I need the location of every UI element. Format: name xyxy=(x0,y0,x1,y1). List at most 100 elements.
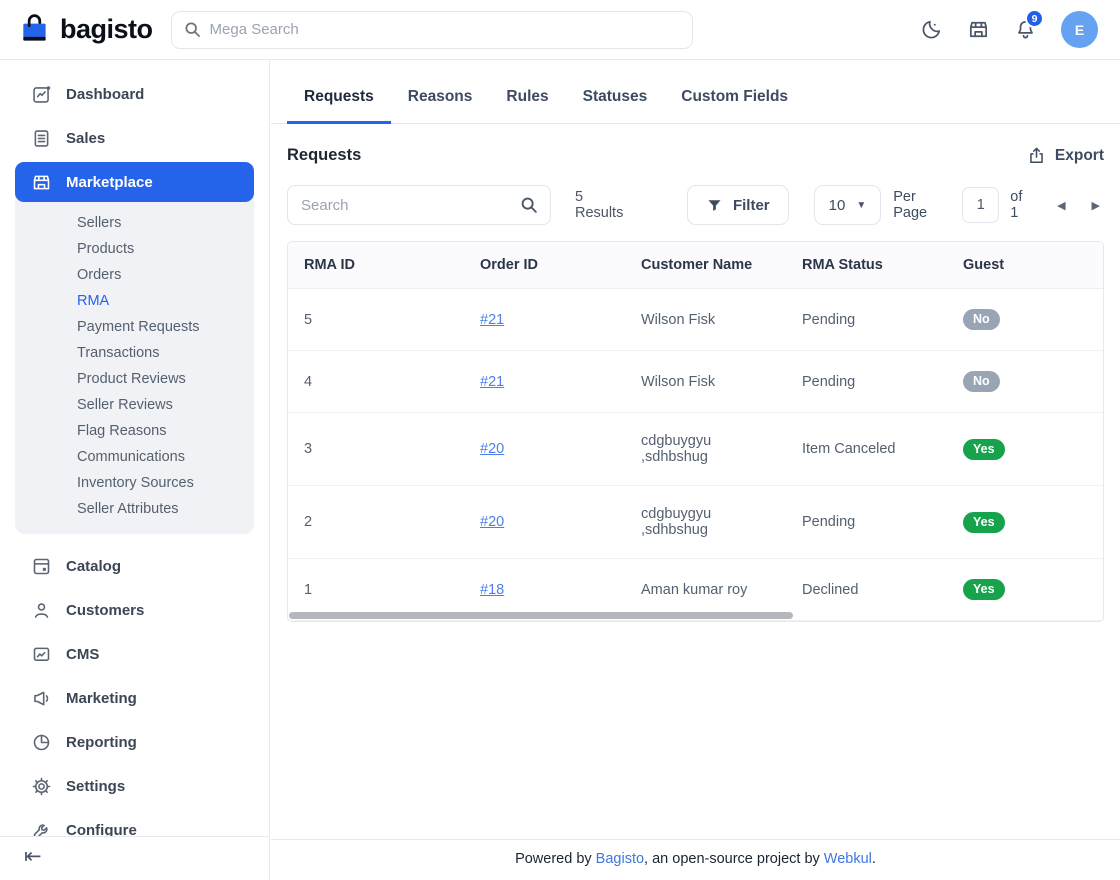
sidebar-item-rma[interactable]: RMA xyxy=(77,288,254,314)
bagisto-footer-link[interactable]: Bagisto xyxy=(596,851,644,867)
rma-status-cell: Declined xyxy=(786,559,947,620)
per-page-value: 10 xyxy=(829,197,846,214)
rma-id-cell: 5 xyxy=(288,289,464,350)
sidebar-item-payment-requests[interactable]: Payment Requests xyxy=(77,314,254,340)
sidebar-item-marketplace[interactable]: Marketplace xyxy=(15,162,254,202)
sidebar-item-products[interactable]: Products xyxy=(77,236,254,262)
sidebar-item-sellers[interactable]: Sellers xyxy=(77,210,254,236)
collapse-sidebar-icon[interactable]: ⇤ xyxy=(24,845,42,868)
sidebar-footer: ⇤ xyxy=(0,836,269,880)
rma-status-cell: Pending xyxy=(786,486,947,558)
notification-count-badge: 9 xyxy=(1025,9,1044,28)
sidebar-item-cms[interactable]: CMS xyxy=(15,634,254,674)
page-of-label: of 1 xyxy=(1010,189,1033,221)
sidebar-item-communications[interactable]: Communications xyxy=(77,444,254,470)
sidebar-item-product-reviews[interactable]: Product Reviews xyxy=(77,366,254,392)
storefront-icon[interactable] xyxy=(967,18,990,41)
sidebar-item-seller-attributes[interactable]: Seller Attributes xyxy=(77,496,254,522)
column-header-guest: Guest xyxy=(947,242,1103,288)
sidebar-item-customers[interactable]: Customers xyxy=(15,590,254,630)
main-content: Requests Reasons Rules Statuses Custom F… xyxy=(271,60,1120,880)
page-header: Requests Export xyxy=(271,124,1120,181)
order-id-link[interactable]: #21 xyxy=(480,312,504,328)
tab-custom-fields[interactable]: Custom Fields xyxy=(664,78,805,124)
horizontal-scrollbar-thumb[interactable] xyxy=(289,612,793,619)
page-title: Requests xyxy=(287,146,361,165)
order-id-link[interactable]: #20 xyxy=(480,514,504,530)
rma-id-cell: 1 xyxy=(288,559,464,620)
sidebar-item-label: Catalog xyxy=(66,558,121,575)
order-id-link[interactable]: #18 xyxy=(480,582,504,598)
marketplace-group: Marketplace Sellers Products Orders RMA … xyxy=(15,162,254,534)
guest-badge: Yes xyxy=(963,579,1005,600)
tab-statuses[interactable]: Statuses xyxy=(566,78,665,124)
marketplace-submenu: Sellers Products Orders RMA Payment Requ… xyxy=(15,202,254,534)
tab-reasons[interactable]: Reasons xyxy=(391,78,490,124)
previous-page-button[interactable]: ◀ xyxy=(1053,195,1069,216)
rma-id-cell: 4 xyxy=(288,351,464,412)
sidebar-item-label: Configure xyxy=(66,822,137,837)
mega-search xyxy=(171,11,693,49)
sidebar-item-sales[interactable]: Sales xyxy=(15,118,254,158)
sidebar-item-transactions[interactable]: Transactions xyxy=(77,340,254,366)
sidebar-item-seller-reviews[interactable]: Seller Reviews xyxy=(77,392,254,418)
shopping-bag-logo-icon xyxy=(18,13,52,47)
table-row[interactable]: 2 #20 cdgbuygyu ,sdhbshug Pending Yes xyxy=(288,486,1103,559)
chevron-down-icon: ▼ xyxy=(856,200,866,211)
per-page-label: Per Page xyxy=(893,189,950,221)
datagrid-toolbar: 5 Results Filter 10 ▼ Per Page of 1 ◀ ▶ xyxy=(271,181,1120,241)
filter-button[interactable]: Filter xyxy=(687,185,789,225)
per-page-select[interactable]: 10 ▼ xyxy=(814,185,882,225)
footer-text-prefix: Powered by xyxy=(515,851,596,867)
order-id-link[interactable]: #20 xyxy=(480,441,504,457)
sidebar-item-reporting[interactable]: Reporting xyxy=(15,722,254,762)
sidebar-item-inventory-sources[interactable]: Inventory Sources xyxy=(77,470,254,496)
sidebar-item-marketing[interactable]: Marketing xyxy=(15,678,254,718)
column-header-rma-id: RMA ID xyxy=(288,242,464,288)
sidebar-item-settings[interactable]: Settings xyxy=(15,766,254,806)
rma-status-cell: Item Canceled xyxy=(786,413,947,485)
table-row[interactable]: 5 #21 Wilson Fisk Pending No xyxy=(288,289,1103,351)
guest-badge: No xyxy=(963,371,1000,392)
table-header-row: RMA ID Order ID Customer Name RMA Status… xyxy=(288,242,1103,289)
table-row[interactable]: 4 #21 Wilson Fisk Pending No xyxy=(288,351,1103,413)
grid-search-input[interactable] xyxy=(287,185,551,225)
footer-text-middle: , an open-source project by xyxy=(644,851,824,867)
top-header: bagisto 9 E xyxy=(0,0,1120,60)
next-page-button[interactable]: ▶ xyxy=(1088,195,1104,216)
sales-icon xyxy=(31,128,52,149)
sidebar-item-label: Reporting xyxy=(66,734,137,751)
sidebar-item-label: Marketing xyxy=(66,690,137,707)
rma-status-cell: Pending xyxy=(786,351,947,412)
sidebar-item-catalog[interactable]: Catalog xyxy=(15,546,254,586)
wrench-icon xyxy=(31,820,52,837)
cms-screen-icon xyxy=(31,644,52,665)
webkul-footer-link[interactable]: Webkul xyxy=(824,851,872,867)
header-actions: 9 E xyxy=(920,11,1098,48)
storefront-icon xyxy=(31,172,52,193)
page-number-input[interactable] xyxy=(962,187,999,223)
sidebar-item-flag-reasons[interactable]: Flag Reasons xyxy=(77,418,254,444)
customer-name-cell: Aman kumar roy xyxy=(625,559,786,620)
tab-rules[interactable]: Rules xyxy=(489,78,565,124)
column-header-customer-name: Customer Name xyxy=(625,242,786,288)
filter-funnel-icon xyxy=(706,197,723,214)
sidebar-item-dashboard[interactable]: Dashboard xyxy=(15,74,254,114)
rma-id-cell: 2 xyxy=(288,486,464,558)
table-row[interactable]: 3 #20 cdgbuygyu ,sdhbshug Item Canceled … xyxy=(288,413,1103,486)
sidebar-item-orders[interactable]: Orders xyxy=(77,262,254,288)
sidebar-item-label: Sales xyxy=(66,130,105,147)
tab-requests[interactable]: Requests xyxy=(287,78,391,124)
notifications-bell-icon[interactable]: 9 xyxy=(1014,18,1037,41)
user-avatar[interactable]: E xyxy=(1061,11,1098,48)
dark-mode-moon-icon[interactable] xyxy=(920,18,943,41)
mega-search-input[interactable] xyxy=(171,11,693,49)
bagisto-logo[interactable]: bagisto xyxy=(18,13,153,47)
search-icon[interactable] xyxy=(518,194,540,216)
export-button[interactable]: Export xyxy=(1027,146,1104,165)
megaphone-icon xyxy=(31,688,52,709)
filter-label: Filter xyxy=(733,197,770,214)
order-id-link[interactable]: #21 xyxy=(480,374,504,390)
sidebar-item-configure[interactable]: Configure xyxy=(15,810,254,836)
sidebar-item-label: Settings xyxy=(66,778,125,795)
